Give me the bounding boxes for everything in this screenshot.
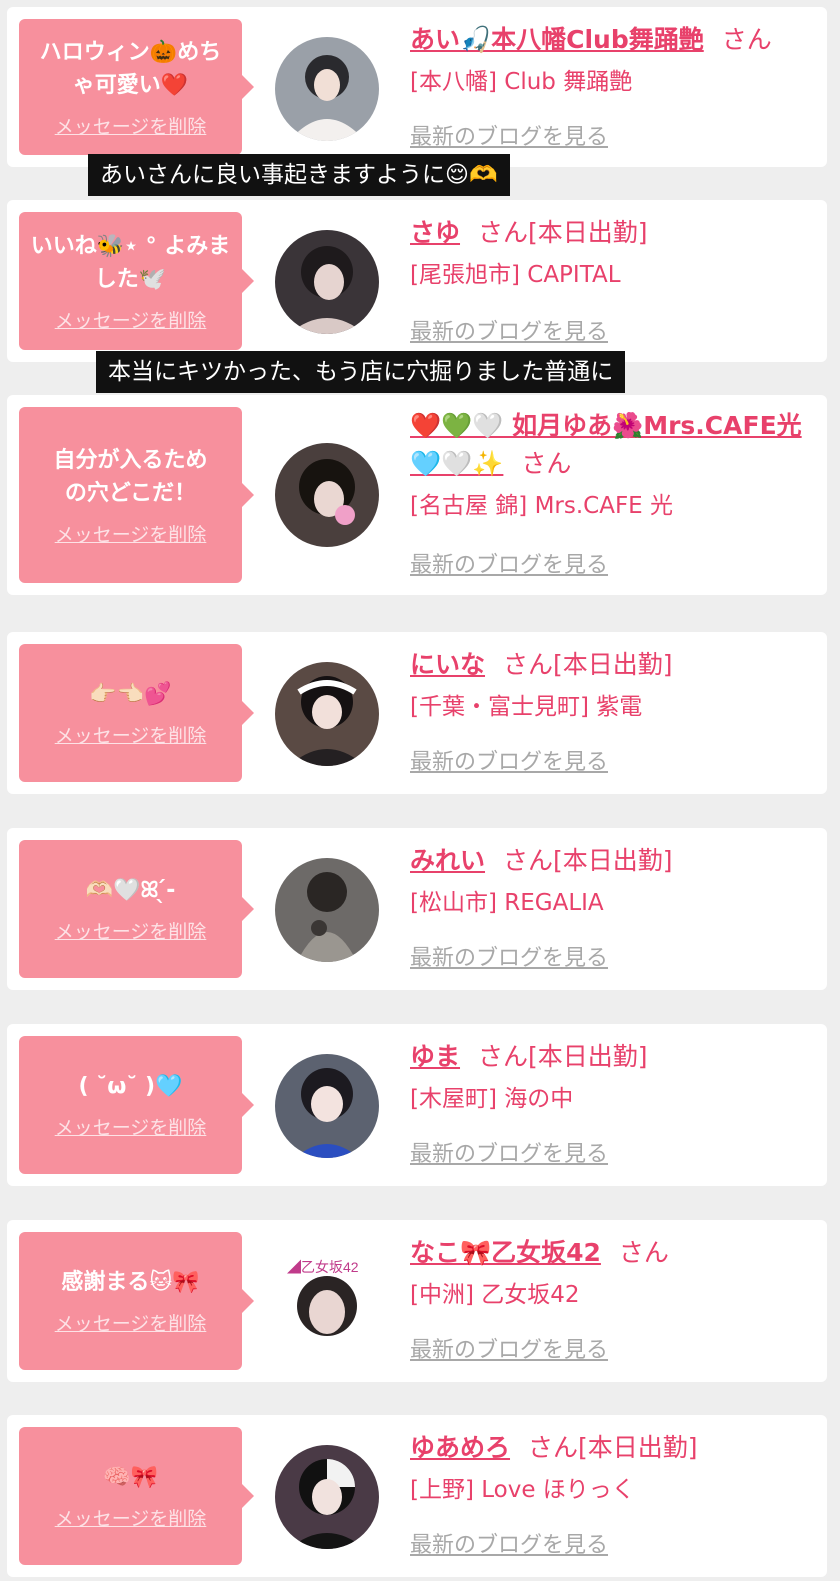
blog-link[interactable]: 最新のブログを見る (410, 940, 608, 972)
profile-name-link[interactable]: さゆ (410, 218, 460, 247)
avatar[interactable] (275, 662, 379, 766)
honorific: さん (478, 218, 529, 247)
honorific: さん (503, 650, 554, 679)
message-bubble: いいね🐝⋆ ° よみました🕊️ メッセージを削除 (19, 212, 254, 350)
avatar[interactable] (275, 1445, 379, 1549)
avatar[interactable] (275, 443, 379, 547)
list-item: 🧠🎀 メッセージを削除 ゆあめろ さん[本日出勤] [上野] Love ほりっく … (7, 1415, 827, 1577)
shop-label: [松山市] REGALIA (410, 890, 604, 916)
profile-name-link[interactable]: なこ🎀乙女坂42 (410, 1238, 601, 1267)
message-bubble: 自分が入るための穴どこだ！ メッセージを削除 (19, 407, 254, 583)
shop-label: [千葉・富士見町] 紫電 (410, 694, 643, 720)
honorific: さん (478, 1042, 529, 1071)
delete-message-link[interactable]: メッセージを削除 (55, 721, 207, 748)
svg-text:◢乙女坂42: ◢乙女坂42 (287, 1259, 359, 1275)
status-badge: [本日出勤] (578, 1433, 698, 1462)
profile-name-link[interactable]: ❤️💚🤍 如月ゆあ🌺Mrs.CAFE光🩵🤍✨ (410, 411, 802, 478)
honorific: さん (721, 25, 772, 54)
delete-message-link[interactable]: メッセージを削除 (55, 112, 207, 139)
delete-message-link[interactable]: メッセージを削除 (55, 1113, 207, 1140)
blog-link[interactable]: 最新のブログを見る (410, 547, 608, 579)
status-badge: [本日出勤] (553, 846, 673, 875)
message-text: 🧠🎀 (103, 1465, 158, 1490)
message-text: ( ˘ω˘ )🩵 (78, 1074, 183, 1099)
profile-name-link[interactable]: にいな (410, 650, 485, 679)
honorific: さん (618, 1238, 669, 1267)
blog-link[interactable]: 最新のブログを見る (410, 1332, 608, 1364)
profile-name-link[interactable]: あい🎣本八幡Club舞踊艶 (410, 25, 704, 54)
honorific: さん (521, 449, 572, 478)
message-bubble: 🧠🎀 メッセージを削除 (19, 1427, 254, 1565)
delete-message-link[interactable]: メッセージを削除 (55, 306, 207, 333)
list-item: 感謝まる🐱🎀 メッセージを削除 ◢乙女坂42 なこ🎀乙女坂42 さん [中洲] 乙… (7, 1220, 827, 1382)
message-text: ハロウィン🎃めちゃ可愛い❤️ (39, 39, 222, 98)
message-bubble: 👉🏻👈🏻💕 メッセージを削除 (19, 644, 254, 782)
message-bubble: ( ˘ω˘ )🩵 メッセージを削除 (19, 1036, 254, 1174)
avatar[interactable] (275, 1054, 379, 1158)
profile-name-link[interactable]: みれい (410, 846, 485, 875)
list-item: ハロウィン🎃めちゃ可愛い❤️ メッセージを削除 あい🎣本八幡Club舞踊艶 さん … (7, 7, 827, 167)
list-item: 👉🏻👈🏻💕 メッセージを削除 にいな さん[本日出勤] [千葉・富士見町] 紫電 … (7, 632, 827, 794)
delete-message-link[interactable]: メッセージを削除 (55, 1504, 207, 1531)
shop-label: [中洲] 乙女坂42 (410, 1282, 580, 1308)
shop-label: [名古屋 錦] Mrs.CAFE 光 (410, 493, 674, 519)
status-badge: [本日出勤] (528, 218, 648, 247)
message-bubble: ハロウィン🎃めちゃ可愛い❤️ メッセージを削除 (19, 19, 254, 155)
honorific: さん (503, 846, 554, 875)
message-list: ハロウィン🎃めちゃ可愛い❤️ メッセージを削除 あい🎣本八幡Club舞踊艶 さん … (0, 0, 840, 1581)
message-text: いいね🐝⋆ ° よみました🕊️ (30, 233, 231, 292)
delete-message-link[interactable]: メッセージを削除 (55, 917, 207, 944)
shop-label: [尾張旭市] CAPITAL (410, 262, 621, 288)
message-text: 👉🏻👈🏻💕 (89, 682, 172, 707)
delete-message-link[interactable]: メッセージを削除 (55, 520, 207, 547)
profile-name-link[interactable]: ゆま (410, 1042, 460, 1071)
list-item: ( ˘ω˘ )🩵 メッセージを削除 ゆま さん[本日出勤] [木屋町] 海の中 最… (7, 1024, 827, 1186)
list-item: 自分が入るための穴どこだ！ メッセージを削除 ❤️💚🤍 如月ゆあ🌺Mrs.CAF… (7, 395, 827, 595)
blog-link[interactable]: 最新のブログを見る (410, 119, 608, 151)
avatar[interactable]: ◢乙女坂42 (275, 1250, 379, 1354)
profile-name-link[interactable]: ゆあめろ (410, 1433, 510, 1462)
blog-link[interactable]: 最新のブログを見る (410, 744, 608, 776)
message-text: 🫶🏻🤍ꕤ ̖́- (85, 878, 176, 903)
shop-label: [木屋町] 海の中 (410, 1086, 574, 1112)
message-text: 感謝まる🐱🎀 (61, 1270, 200, 1295)
status-badge: [本日出勤] (528, 1042, 648, 1071)
shop-label: [本八幡] Club 舞踊艶 (410, 69, 633, 95)
caption-overlay: 本当にキツかった、もう店に穴掘りました普通に (96, 351, 626, 393)
honorific: さん (528, 1433, 579, 1462)
avatar[interactable] (275, 37, 379, 141)
message-text: 自分が入るための穴どこだ！ (53, 447, 208, 506)
caption-overlay: あいさんに良い事起きますように😌🫶 (88, 154, 510, 196)
avatar[interactable] (275, 230, 379, 334)
blog-link[interactable]: 最新のブログを見る (410, 1136, 608, 1168)
list-item: いいね🐝⋆ ° よみました🕊️ メッセージを削除 さゆ さん[本日出勤] [尾張旭… (7, 200, 827, 362)
message-bubble: 感謝まる🐱🎀 メッセージを削除 (19, 1232, 254, 1370)
message-bubble: 🫶🏻🤍ꕤ ̖́- メッセージを削除 (19, 840, 254, 978)
blog-link[interactable]: 最新のブログを見る (410, 1527, 608, 1559)
status-badge: [本日出勤] (553, 650, 673, 679)
shop-label: [上野] Love ほりっく (410, 1477, 635, 1503)
list-item: 🫶🏻🤍ꕤ ̖́- メッセージを削除 みれい さん[本日出勤] [松山市] REGA… (7, 828, 827, 990)
avatar[interactable] (275, 858, 379, 962)
delete-message-link[interactable]: メッセージを削除 (55, 1309, 207, 1336)
blog-link[interactable]: 最新のブログを見る (410, 314, 608, 346)
